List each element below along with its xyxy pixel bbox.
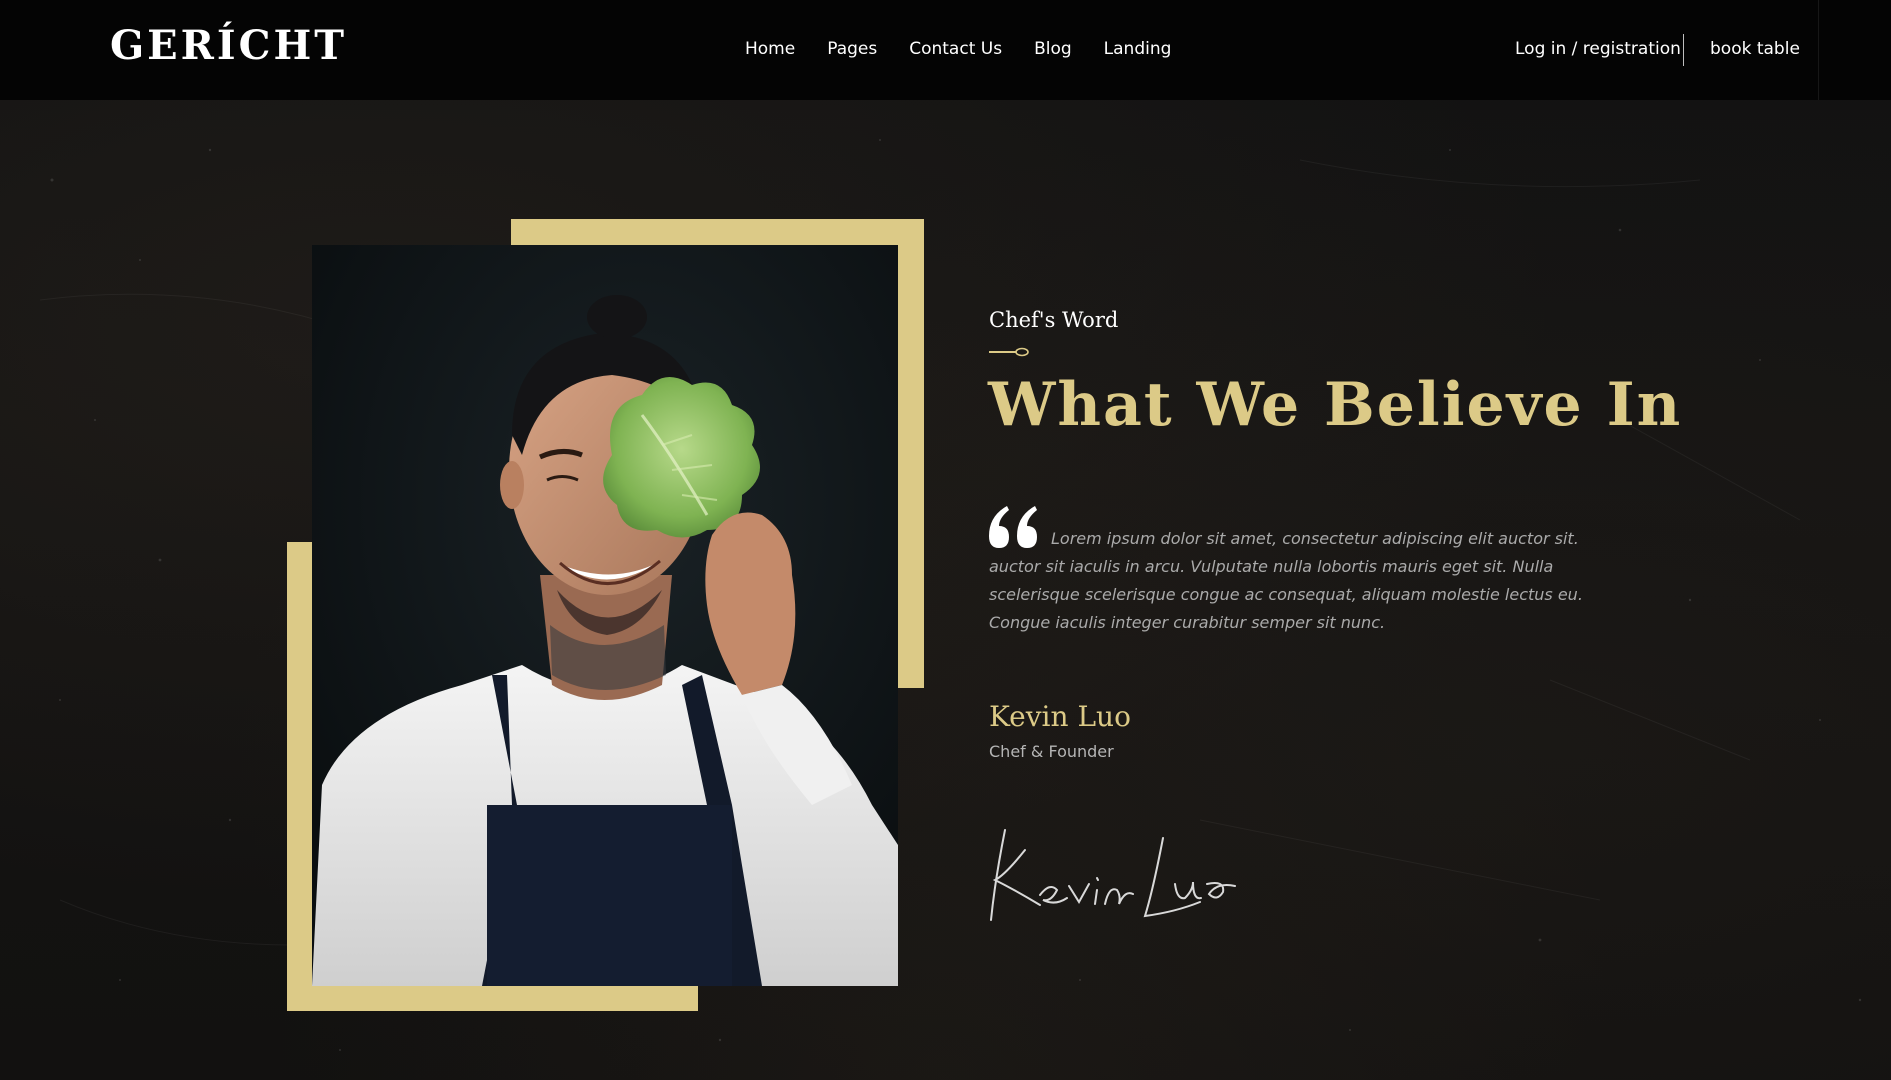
quote-text: Lorem ipsum dolor sit amet, consectetur …	[989, 529, 1583, 632]
spoon-divider-icon	[989, 347, 1029, 357]
logo[interactable]: GERÍCHT	[110, 22, 347, 69]
nav-link-contact-us[interactable]: Contact Us	[909, 39, 1002, 59]
nav-links: Home Pages Contact Us Blog Landing	[745, 39, 1171, 59]
navbar: GERÍCHT Home Pages Contact Us Blog Landi…	[0, 0, 1891, 100]
nav-link-pages[interactable]: Pages	[827, 39, 877, 59]
nav-link-blog[interactable]: Blog	[1034, 39, 1072, 59]
section-headline: What We Believe In	[988, 370, 1683, 440]
section-subtitle: Chef's Word	[989, 308, 1119, 332]
nav-divider	[1683, 34, 1684, 66]
chef-signature	[990, 829, 1236, 921]
book-table-link[interactable]: book table	[1710, 39, 1800, 59]
chef-role: Chef & Founder	[989, 742, 1114, 761]
chef-name: Kevin Luo	[989, 700, 1131, 733]
nav-link-landing[interactable]: Landing	[1104, 39, 1172, 59]
login-registration-link[interactable]: Log in / registration	[1515, 39, 1681, 59]
nav-edge-line	[1818, 0, 1819, 100]
chef-photo	[312, 245, 898, 986]
textured-background	[0, 0, 1891, 1080]
nav-link-home[interactable]: Home	[745, 39, 795, 59]
